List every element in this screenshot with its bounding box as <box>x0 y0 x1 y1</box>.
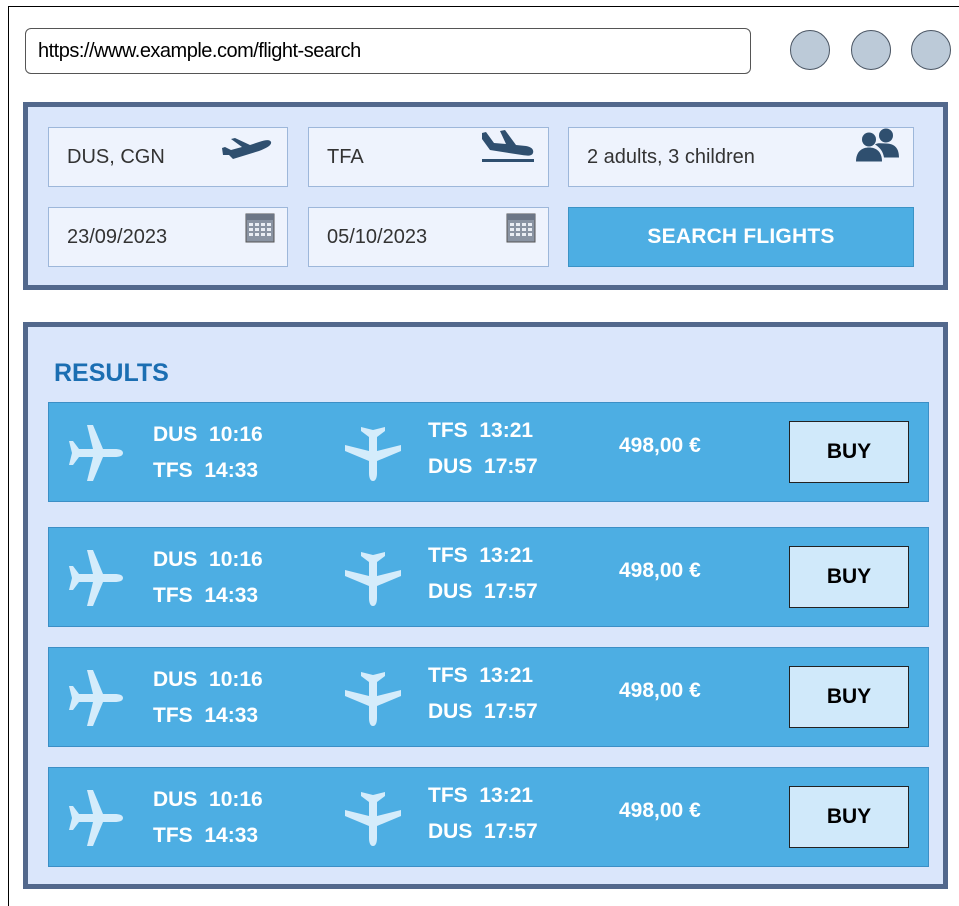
passengers-value: 2 adults, 3 children <box>587 146 755 168</box>
time: 17:57 <box>484 455 538 478</box>
airport-code: DUS <box>153 668 198 691</box>
outbound-line-1: DUS 10:16 <box>153 417 263 453</box>
search-panel: DUS, CGN TFA 2 adults, 3 children 23/09/… <box>23 102 948 290</box>
url-bar[interactable]: https://www.example.com/flight-search <box>25 28 751 74</box>
price: 498,00 € <box>619 679 701 702</box>
time: 10:16 <box>209 788 263 811</box>
outbound-line-1: DUS 10:16 <box>153 662 263 698</box>
time: 14:33 <box>204 704 259 727</box>
outbound-plane-icon <box>63 546 127 615</box>
results-panel: RESULTS DUS 10:16 TFS 14:33 TFS 13:21 DUS 1… <box>23 322 948 889</box>
return-line-2: DUS 17:57 <box>428 814 538 850</box>
search-flights-button[interactable]: SEARCH FLIGHTS <box>568 207 914 267</box>
time: 10:16 <box>209 668 263 691</box>
result-row: DUS 10:16 TFS 14:33 TFS 13:21 DUS 17:57 498,… <box>48 767 929 867</box>
buy-button[interactable]: BUY <box>789 546 909 608</box>
return-date-field[interactable]: 05/10/2023 <box>308 207 549 267</box>
time: 13:21 <box>479 784 534 807</box>
airport-code: DUS <box>153 548 198 571</box>
airport-code: DUS <box>153 788 198 811</box>
airport-code: DUS <box>153 423 198 446</box>
calendar-icon[interactable] <box>506 208 536 266</box>
return-plane-icon <box>341 421 405 490</box>
outbound-line-2: TFS 14:33 <box>153 453 258 489</box>
to-value: TFA <box>327 146 364 168</box>
calendar-icon[interactable] <box>245 208 275 266</box>
time: 17:57 <box>484 820 538 843</box>
airport-code: TFS <box>153 704 193 727</box>
airport-code: DUS <box>428 580 473 603</box>
airport-code: TFS <box>428 544 468 567</box>
time: 14:33 <box>204 459 259 482</box>
time: 10:16 <box>209 548 263 571</box>
results-title: RESULTS <box>54 359 169 387</box>
return-line-1: TFS 13:21 <box>428 658 533 694</box>
return-date-value: 05/10/2023 <box>327 226 428 248</box>
window-button[interactable] <box>790 30 830 70</box>
from-field[interactable]: DUS, CGN <box>48 127 288 187</box>
time: 14:33 <box>204 584 259 607</box>
return-plane-icon <box>341 666 405 735</box>
airport-code: DUS <box>428 820 473 843</box>
airport-code: TFS <box>428 784 468 807</box>
window-button[interactable] <box>911 30 951 70</box>
outbound-plane-icon <box>63 421 127 490</box>
outbound-line-1: DUS 10:16 <box>153 782 263 818</box>
return-plane-icon <box>341 546 405 615</box>
airport-code: TFS <box>428 664 468 687</box>
return-plane-icon <box>341 786 405 855</box>
result-row: DUS 10:16 TFS 14:33 TFS 13:21 DUS 17:57 498,… <box>48 402 929 502</box>
people-icon <box>853 128 901 187</box>
passengers-field[interactable]: 2 adults, 3 children <box>568 127 914 187</box>
buy-button[interactable]: BUY <box>789 786 909 848</box>
airport-code: DUS <box>428 455 473 478</box>
time: 10:16 <box>209 423 263 446</box>
airport-code: TFS <box>428 419 468 442</box>
return-line-1: TFS 13:21 <box>428 538 533 574</box>
price: 498,00 € <box>619 559 701 582</box>
return-line-2: DUS 17:57 <box>428 574 538 610</box>
buy-button[interactable]: BUY <box>789 666 909 728</box>
price: 498,00 € <box>619 434 701 457</box>
time: 14:33 <box>204 824 259 847</box>
time: 13:21 <box>479 664 534 687</box>
outbound-line-2: TFS 14:33 <box>153 818 258 854</box>
depart-date-value: 23/09/2023 <box>67 226 168 248</box>
airport-code: TFS <box>153 584 193 607</box>
airport-code: DUS <box>428 700 473 723</box>
time: 17:57 <box>484 580 538 603</box>
outbound-line-2: TFS 14:33 <box>153 698 258 734</box>
return-line-1: TFS 13:21 <box>428 413 533 449</box>
landing-icon <box>476 128 536 186</box>
time: 13:21 <box>479 419 534 442</box>
result-row: DUS 10:16 TFS 14:33 TFS 13:21 DUS 17:57 498,… <box>48 527 929 627</box>
airport-code: TFS <box>153 824 193 847</box>
window-button[interactable] <box>851 30 891 70</box>
time: 13:21 <box>479 544 534 567</box>
time: 17:57 <box>484 700 538 723</box>
buy-button[interactable]: BUY <box>789 421 909 483</box>
return-line-1: TFS 13:21 <box>428 778 533 814</box>
outbound-plane-icon <box>63 786 127 855</box>
price: 498,00 € <box>619 799 701 822</box>
outbound-line-2: TFS 14:33 <box>153 578 258 614</box>
return-line-2: DUS 17:57 <box>428 449 538 485</box>
to-field[interactable]: TFA <box>308 127 549 187</box>
result-row: DUS 10:16 TFS 14:33 TFS 13:21 DUS 17:57 498,… <box>48 647 929 747</box>
return-line-2: DUS 17:57 <box>428 694 538 730</box>
takeoff-icon <box>219 128 275 186</box>
outbound-line-1: DUS 10:16 <box>153 542 263 578</box>
depart-date-field[interactable]: 23/09/2023 <box>48 207 288 267</box>
outbound-plane-icon <box>63 666 127 735</box>
airport-code: TFS <box>153 459 193 482</box>
from-value: DUS, CGN <box>67 146 165 168</box>
